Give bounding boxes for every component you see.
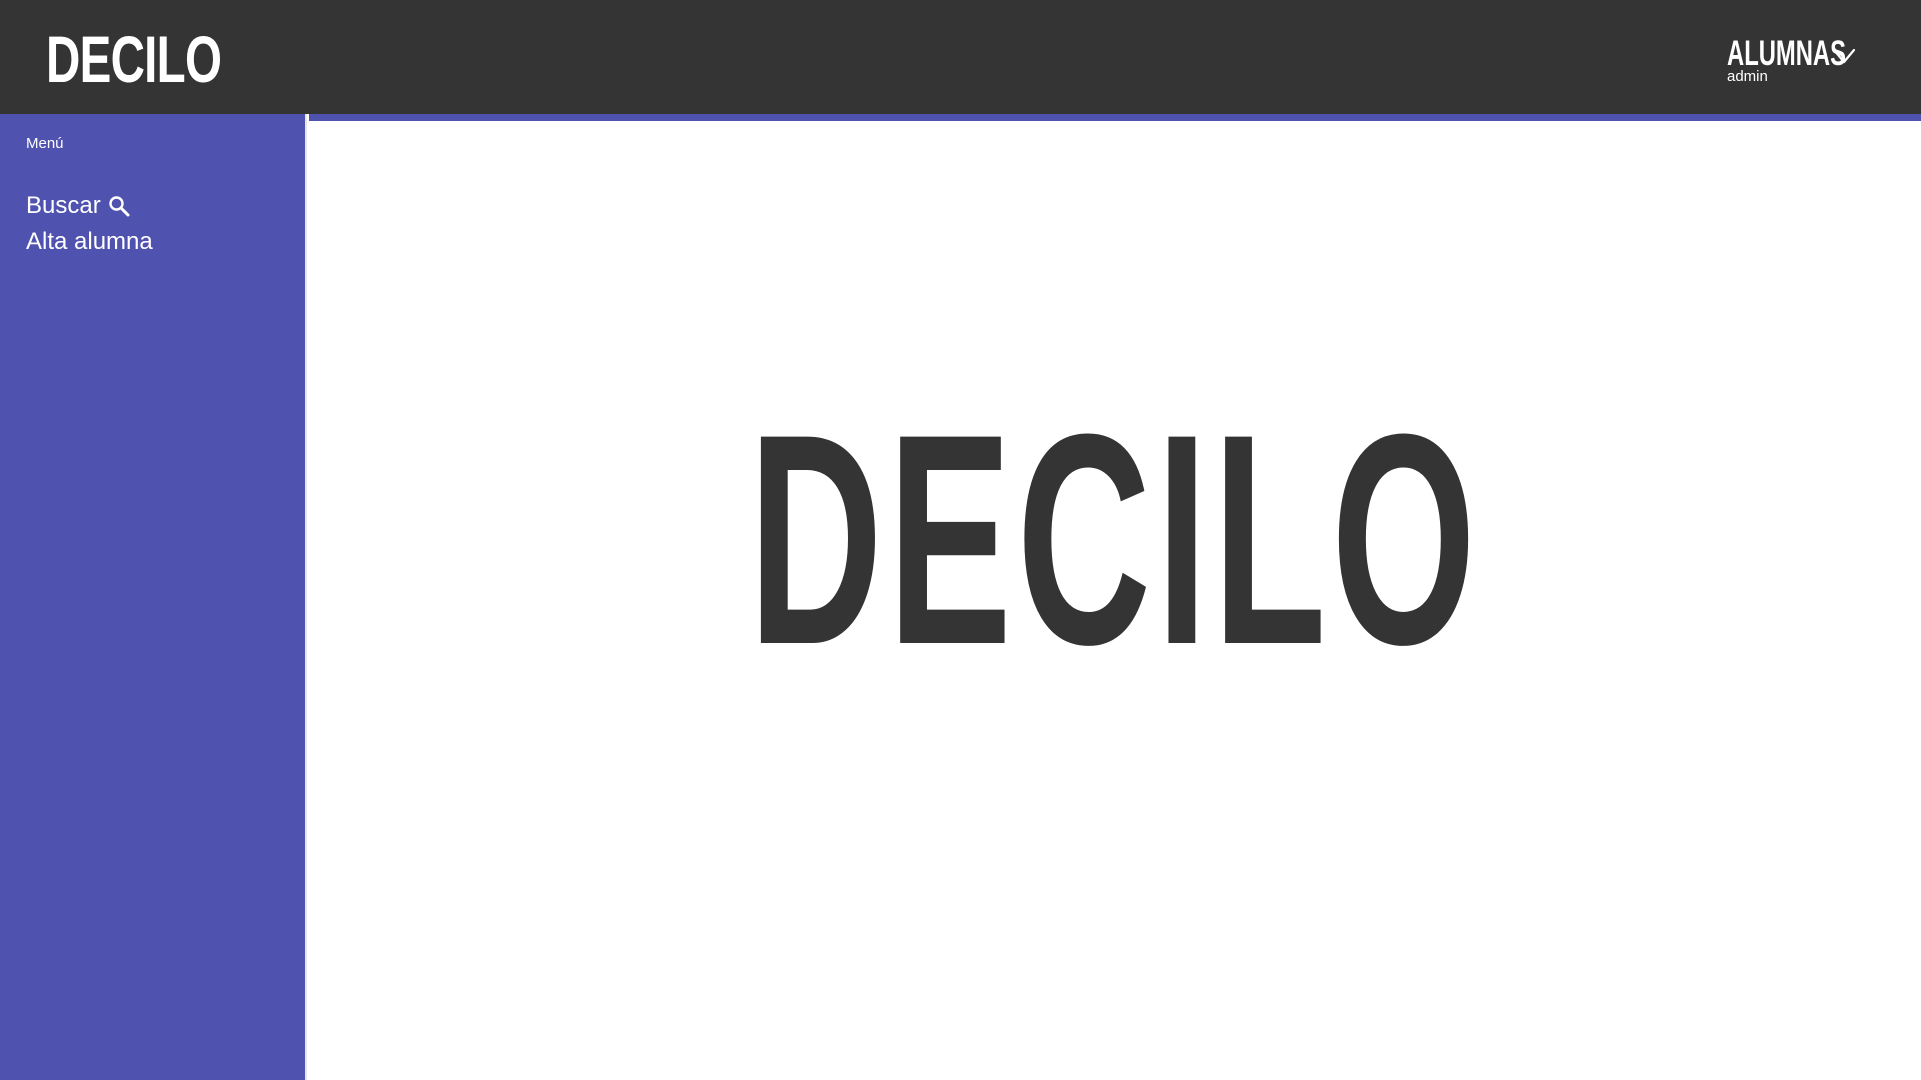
sidebar: Menú Buscar Alta alumna bbox=[0, 114, 307, 1080]
sidebar-item-label: Alta alumna bbox=[26, 228, 153, 255]
app-logo[interactable]: DECILO bbox=[46, 26, 222, 92]
section-dropdown-label: ALUMNAS bbox=[1727, 34, 1846, 73]
main-content: DECILO bbox=[309, 121, 1921, 1080]
user-section-dropdown[interactable]: ALUMNAS admin bbox=[1727, 36, 1867, 92]
sidebar-item-alta-alumna[interactable]: Alta alumna bbox=[26, 230, 153, 254]
top-header: DECILO ALUMNAS admin bbox=[0, 0, 1921, 114]
sidebar-item-buscar[interactable]: Buscar bbox=[26, 194, 131, 218]
hero-text: DECILO bbox=[748, 371, 1482, 707]
hero-logo-text: DECILO bbox=[309, 389, 1921, 689]
sidebar-item-label: Buscar bbox=[26, 192, 101, 219]
chevron-down-icon bbox=[1832, 48, 1856, 64]
sidebar-title: Menú bbox=[26, 135, 64, 152]
search-icon bbox=[109, 196, 130, 217]
accent-divider bbox=[309, 114, 1921, 121]
current-user: admin bbox=[1727, 68, 1768, 85]
